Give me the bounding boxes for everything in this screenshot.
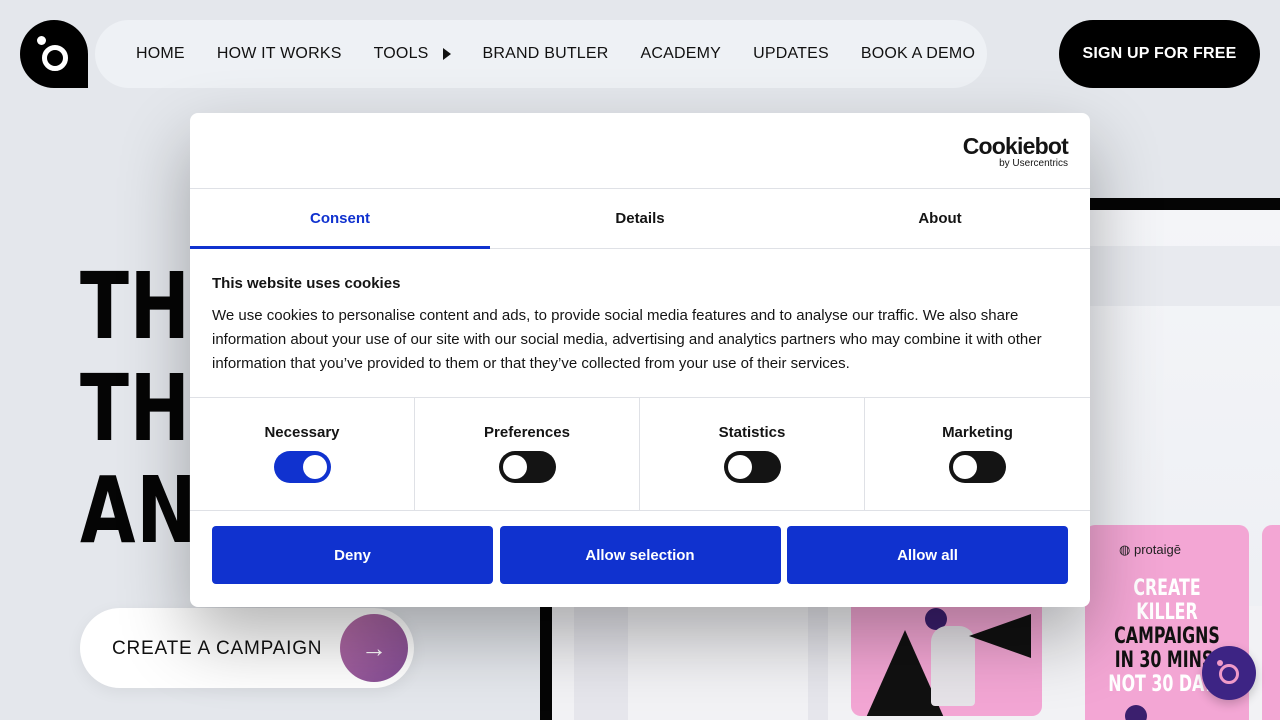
frame-column xyxy=(808,606,828,720)
cookiebot-logo-sub: by Usercentrics xyxy=(999,158,1068,169)
showcase-band xyxy=(1090,246,1280,306)
toggle-knob xyxy=(727,455,752,479)
showcase-card-edge xyxy=(1262,525,1280,720)
toggle-label-preferences: Preferences xyxy=(484,424,570,441)
tab-about[interactable]: About xyxy=(790,189,1090,248)
toggle-cell-statistics: Statistics xyxy=(640,398,865,510)
decor-circle xyxy=(1125,705,1147,720)
toggle-cell-marketing: Marketing xyxy=(865,398,1090,510)
nav-item-home[interactable]: HOME xyxy=(136,45,185,63)
cookiebot-logo-name: Cookiebot xyxy=(962,133,1069,159)
nav-item-how-it-works[interactable]: HOW IT WORKS xyxy=(217,45,342,63)
tab-details[interactable]: Details xyxy=(490,189,790,248)
top-navigation: HOME HOW IT WORKS TOOLS BRAND BUTLER ACA… xyxy=(95,20,987,88)
chat-dot xyxy=(1217,660,1223,666)
promo-line-2-dark: CAMPAIGNS xyxy=(1114,624,1220,649)
dialog-title: This website uses cookies xyxy=(212,275,401,292)
nav-item-tools[interactable]: TOOLS xyxy=(374,45,451,63)
toggle-knob xyxy=(502,455,527,479)
cookie-consent-dialog: Cookiebot by Usercentrics Consent Detail… xyxy=(190,113,1090,607)
chat-ring xyxy=(1219,664,1239,684)
allow-all-button[interactable]: Allow all xyxy=(787,526,1068,584)
toggle-necessary[interactable] xyxy=(273,451,331,483)
create-campaign-label: CREATE A CAMPAIGN xyxy=(112,638,323,659)
cookiebot-logo[interactable]: Cookiebot by Usercentrics xyxy=(962,133,1069,169)
create-campaign-button[interactable]: CREATE A CAMPAIGN → xyxy=(80,608,414,688)
allow-selection-button[interactable]: Allow selection xyxy=(499,526,781,584)
toggle-preferences[interactable] xyxy=(498,451,556,483)
nav-item-updates[interactable]: UPDATES xyxy=(753,45,829,63)
toggle-cell-preferences: Preferences xyxy=(415,398,640,510)
toggle-marketing[interactable] xyxy=(949,451,1006,483)
nav-item-brand-butler[interactable]: BRAND BUTLER xyxy=(483,45,609,63)
toggle-statistics[interactable] xyxy=(723,451,781,483)
promo-brand: ◍ protaigē xyxy=(1119,542,1181,557)
nav-item-academy[interactable]: ACADEMY xyxy=(641,45,722,63)
promo-line-2: KILLER CAMPAIGNS xyxy=(1108,601,1226,649)
consent-toggles: Necessary Preferences Statistics Marketi… xyxy=(190,397,1090,511)
showcase-card-image xyxy=(851,606,1042,716)
toggle-label-marketing: Marketing xyxy=(942,424,1013,441)
toggle-knob xyxy=(953,455,977,479)
toggle-label-statistics: Statistics xyxy=(718,424,786,441)
arrow-right-icon: → xyxy=(340,614,408,682)
dialog-body: This website uses cookies We use cookies… xyxy=(212,275,1068,376)
chat-launcher-icon[interactable] xyxy=(1202,646,1256,700)
sign-up-button[interactable]: SIGN UP FOR FREE xyxy=(1059,20,1260,88)
nav-item-tools-label: TOOLS xyxy=(373,45,429,62)
tab-consent[interactable]: Consent xyxy=(190,189,490,249)
promo-line-1: CREATE xyxy=(1108,577,1226,601)
dialog-description: We use cookies to personalise content an… xyxy=(212,307,1042,372)
toggle-knob xyxy=(302,455,327,479)
promo-line-2-white: KILLER xyxy=(1136,600,1198,625)
toggle-label-necessary: Necessary xyxy=(264,424,340,441)
frame-column xyxy=(574,606,628,720)
deny-button[interactable]: Deny xyxy=(212,526,493,584)
dialog-tabs: Consent Details About xyxy=(190,189,1090,249)
dialog-header: Cookiebot by Usercentrics xyxy=(190,113,1090,189)
nav-item-book-a-demo[interactable]: BOOK A DEMO xyxy=(861,45,975,63)
toggle-cell-necessary: Necessary xyxy=(190,398,415,510)
promo-brand-name: protaigē xyxy=(1133,542,1181,557)
megaphone-icon xyxy=(969,614,1031,658)
logo-ring xyxy=(42,45,68,71)
caret-right-icon xyxy=(442,48,451,60)
logo-dot xyxy=(37,36,46,45)
promo-line-1-text: CREATE xyxy=(1133,576,1201,601)
dialog-actions: Deny Allow selection Allow all xyxy=(212,526,1068,584)
site-logo-icon[interactable] xyxy=(20,20,88,88)
